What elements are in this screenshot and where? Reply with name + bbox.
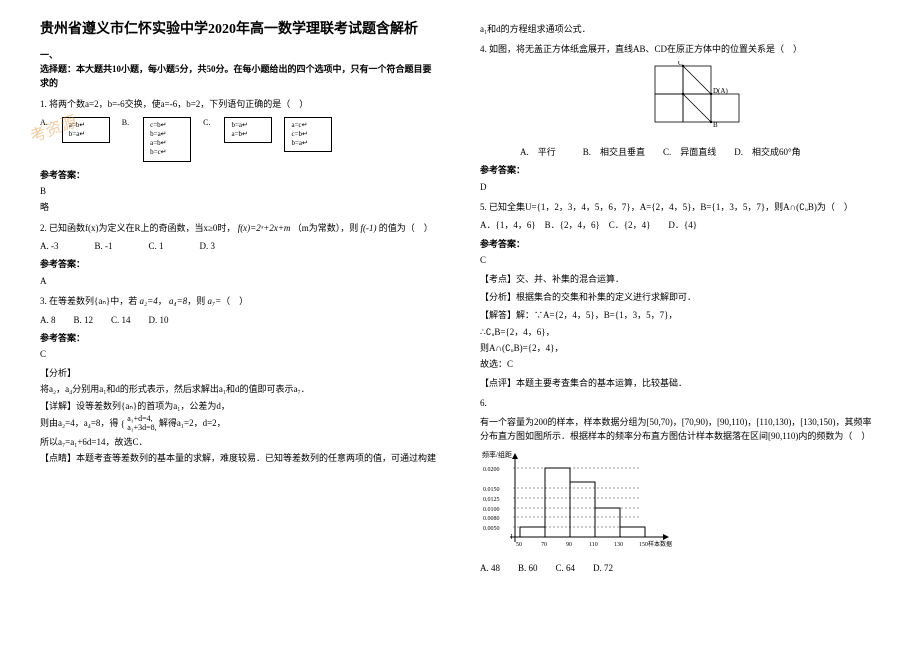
q1-answer-label: 参考答案： (40, 168, 440, 182)
q3-detail-2: 则由a₂=4，a₄=8，得 { a₁+d=4,a₁+3d=8, 解得a₁=2，d… (40, 415, 440, 433)
right-column: a₁和d的方程组求通项公式． 4. 如图，将无盖正方体纸盒展开，直线AB、CD在… (480, 20, 880, 576)
svg-text:90: 90 (566, 542, 572, 548)
question-5: 5. 已知全集U={1，2，3，4，5，6，7}，A={2，4，5}，B={1，… (480, 200, 880, 214)
svg-text:0.0100: 0.0100 (483, 507, 500, 513)
q5-dp: 【点评】本题主要考查集合的基本运算，比较基础． (480, 376, 880, 390)
question-6: 有一个容量为200的样本，样本数据分组为[50,70)，[70,90)，[90,… (480, 415, 880, 444)
q3-analysis: 将a₂，a₄分别用a₁和d的形式表示，然后求解出a₁和d的值即可表示a₇． (40, 382, 440, 396)
question-6-num: 6. (480, 396, 880, 410)
q6-options: A. 48 B. 60 C. 64 D. 72 (480, 561, 880, 575)
q5-fx: 【分析】根据集合的交集和补集的定义进行求解即可． (480, 290, 880, 304)
q5-answer: C (480, 253, 880, 267)
q5-options: A．{1，4，6} B．{2，4，6} C．{2，4} D．{4} (480, 218, 880, 232)
q3-detail-3: 所以a₇=a₁+6d=14，故选C． (40, 435, 440, 449)
q3-detail: 【详解】设等差数列{aₙ}的首项为a₁，公差为d， (40, 399, 440, 413)
q1-box-d: a=c↵c=b↵b=a↵ (284, 117, 332, 152)
svg-text:0.0150: 0.0150 (483, 487, 500, 493)
q4-options: A. 平行 B. 相交且垂直 C. 异面直线 D. 相交成60°角 (520, 145, 880, 159)
frequency-histogram: 0.0050 0.0080 0.0100 0.0125 0.0150 0.020… (480, 447, 680, 557)
q1-answer: B (40, 184, 440, 198)
q3-answer: C (40, 347, 440, 361)
q5-jd-1: ∴∁ᵤB={2，4，6}， (480, 325, 880, 339)
q4-answer: D (480, 180, 880, 194)
q3-continued: a₁和d的方程组求通项公式． (480, 22, 880, 36)
q1-box-b: c=b↵b=a↵a=b↵b=c↵ (143, 117, 191, 161)
svg-text:0.0080: 0.0080 (483, 516, 500, 522)
svg-text:110: 110 (589, 542, 598, 548)
q2-answer: A (40, 274, 440, 288)
svg-text:150: 150 (639, 542, 648, 548)
svg-text:0.0050: 0.0050 (483, 526, 500, 532)
svg-text:70: 70 (541, 542, 547, 548)
question-1: 1. 将两个数a=2，b=-6交换，使a=-6，b=2，下列语句正确的是（ ） (40, 97, 440, 111)
q5-jd: 【解答】解：∵A={2，4，5}，B={1，3，5，7}， (480, 308, 880, 322)
q4-answer-label: 参考答案： (480, 163, 880, 177)
q1-box-a: a=b↵b=a↵ (62, 117, 110, 143)
q1-box-c: b=a↵a=b↵ (224, 117, 272, 143)
q1-code-options: 考资源 A. a=b↵b=a↵ B. c=b↵b=a↵a=b↵b=c↵ C. b… (40, 117, 440, 161)
cube-unfold-diagram: C D(A) B (620, 61, 740, 141)
section-1-head: 一、 选择题：本大题共10小题，每小题5分，共50分。在每小题给出的四个选项中，… (40, 48, 440, 91)
svg-text:0.0200: 0.0200 (483, 467, 500, 473)
q2-options: A. -3 B. -1 C. 1 D. 3 (40, 239, 440, 253)
question-4: 4. 如图，将无盖正方体纸盒展开，直线AB、CD在原正方体中的位置关系是（ ） (480, 42, 880, 56)
svg-text:0.0125: 0.0125 (483, 497, 500, 503)
q3-analysis-label: 【分析】 (40, 366, 440, 380)
hist-ylabel: 频率/组距 (482, 450, 512, 459)
q5-jd-2: 则A∩(∁ᵤB)={2，4}， (480, 341, 880, 355)
q3-answer-label: 参考答案： (40, 331, 440, 345)
svg-text:D(A): D(A) (713, 87, 728, 95)
question-3: 3. 在等差数列{aₙ}中，若 a₂=4， a₄=8，则 a₇=（ ） (40, 294, 440, 308)
page-title: 贵州省遵义市仁怀实验中学2020年高一数学理联考试题含解析 (40, 20, 440, 40)
hist-xlabel: 样本数据 (648, 540, 672, 548)
question-2: 2. 已知函数f(x)为定义在R上的奇函数，当x≥0时， f(x)=2ˣ+2x+… (40, 221, 440, 235)
q1-note: 略 (40, 200, 440, 214)
svg-text:C: C (678, 61, 683, 67)
svg-text:≀: ≀ (510, 532, 513, 541)
exam-page: 贵州省遵义市仁怀实验中学2020年高一数学理联考试题含解析 一、 选择题：本大题… (0, 0, 920, 596)
q3-comment: 【点睛】本题考查等差数列的基本量的求解，难度较易．已知等差数列的任意两项的值，可… (40, 451, 440, 465)
q3-options: A. 8 B. 12 C. 14 D. 10 (40, 313, 440, 327)
left-column: 贵州省遵义市仁怀实验中学2020年高一数学理联考试题含解析 一、 选择题：本大题… (40, 20, 440, 576)
q5-kp: 【考点】交、并、补集的混合运算． (480, 272, 880, 286)
q5-answer-label: 参考答案： (480, 237, 880, 251)
svg-text:130: 130 (614, 542, 623, 548)
q5-jd-3: 故选：C (480, 357, 880, 371)
svg-text:B: B (713, 121, 718, 129)
q2-answer-label: 参考答案： (40, 257, 440, 271)
svg-text:50: 50 (516, 542, 522, 548)
